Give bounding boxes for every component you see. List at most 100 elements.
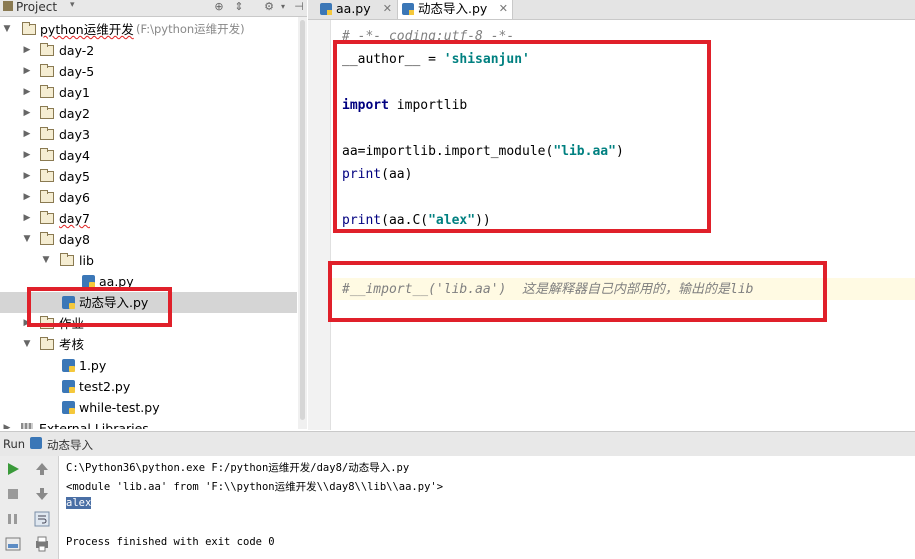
- tree-item-label: day7: [59, 211, 90, 226]
- expand-arrow-icon[interactable]: ▶: [22, 103, 32, 124]
- tree-item-label: 1.py: [79, 358, 107, 373]
- tree-item-day3[interactable]: ▶ day3: [0, 124, 297, 145]
- tree-item-day8[interactable]: ▼ day8: [0, 229, 297, 250]
- tab-aa-py[interactable]: aa.py ✕: [316, 0, 396, 19]
- layout-icon[interactable]: [5, 536, 21, 552]
- folder-icon: [40, 190, 54, 203]
- expand-arrow-icon[interactable]: ▼: [22, 334, 32, 355]
- tree-item-label: 考核: [59, 337, 85, 352]
- folder-icon: [40, 85, 54, 98]
- tab-label: aa.py: [336, 1, 371, 16]
- tree-item-day2[interactable]: ▶ day2: [0, 103, 297, 124]
- close-icon[interactable]: ✕: [383, 0, 392, 18]
- project-icon: [3, 1, 13, 11]
- tree-item-path: (F:\python运维开发): [136, 22, 245, 36]
- folder-icon: [40, 106, 54, 119]
- tree-item-day5[interactable]: ▶ day5: [0, 166, 297, 187]
- folder-icon: [22, 22, 36, 35]
- tree-item-day1[interactable]: ▶ day1: [0, 82, 297, 103]
- run-toolbar: [0, 456, 59, 559]
- python-file-icon: [402, 3, 414, 15]
- tree-item-label: test2.py: [79, 379, 131, 394]
- expand-arrow-icon[interactable]: ▶: [22, 145, 32, 166]
- arrow-up-icon[interactable]: [34, 461, 50, 477]
- folder-icon: [40, 232, 54, 245]
- chevron-down-icon[interactable]: ▾: [70, 0, 75, 10]
- tree-item-day7[interactable]: ▶ day7: [0, 208, 297, 229]
- expand-arrow-icon[interactable]: ▶: [22, 124, 32, 145]
- tree-item-root[interactable]: ▼ python运维开发 (F:\python运维开发): [0, 19, 297, 40]
- project-scrollbar-thumb[interactable]: [300, 20, 305, 420]
- expand-arrow-icon[interactable]: ▼: [22, 229, 32, 250]
- tree-item-day-5[interactable]: ▶ day-5: [0, 61, 297, 82]
- folder-icon: [40, 148, 54, 161]
- tree-item-lib[interactable]: ▼ lib: [0, 250, 297, 271]
- expand-arrow-icon[interactable]: ▶: [22, 82, 32, 103]
- console-line-exit: Process finished with exit code 0: [66, 536, 275, 548]
- folder-icon: [40, 337, 54, 350]
- project-panel-title[interactable]: Project: [16, 0, 57, 14]
- python-file-icon: [62, 359, 75, 372]
- tree-item-1-py[interactable]: 1.py: [0, 355, 297, 376]
- annotation-box-code: [333, 40, 711, 233]
- expand-arrow-icon[interactable]: ▼: [41, 250, 51, 271]
- tree-item-exam[interactable]: ▼ 考核: [0, 334, 297, 355]
- gear-icon[interactable]: ⚙: [262, 0, 276, 14]
- folder-icon: [40, 43, 54, 56]
- expand-arrow-icon[interactable]: ▶: [22, 40, 32, 61]
- tab-dynamic-import-py[interactable]: 动态导入.py ✕: [397, 0, 513, 19]
- tree-item-label: day6: [59, 190, 90, 205]
- collapse-all-icon[interactable]: ⇕: [232, 0, 246, 14]
- tree-item-label: day-5: [59, 64, 95, 79]
- tree-item-label: python运维开发: [40, 22, 134, 37]
- pause-icon[interactable]: [5, 511, 21, 527]
- tree-item-label: day5: [59, 169, 90, 184]
- tree-item-test2-py[interactable]: test2.py: [0, 376, 297, 397]
- python-file-icon: [320, 3, 332, 15]
- tree-item-label: External Libraries: [39, 421, 149, 429]
- folder-icon: [40, 211, 54, 224]
- tree-item-label: day1: [59, 85, 90, 100]
- expand-arrow-icon[interactable]: ▶: [22, 187, 32, 208]
- tree-item-label: day8: [59, 232, 90, 247]
- run-icon[interactable]: [5, 461, 21, 477]
- expand-arrow-icon[interactable]: ▶: [22, 61, 32, 82]
- editor-gutter: [308, 20, 331, 430]
- tree-item-while-test-py[interactable]: while-test.py: [0, 397, 297, 418]
- tree-item-label: day4: [59, 148, 90, 163]
- python-file-icon: [62, 401, 75, 414]
- folder-icon: [40, 64, 54, 77]
- print-icon[interactable]: [34, 536, 50, 552]
- tree-item-day-2[interactable]: ▶ day-2: [0, 40, 297, 61]
- tree-item-label: day3: [59, 127, 90, 142]
- hide-panel-icon[interactable]: ⊣: [292, 0, 306, 14]
- arrow-down-icon[interactable]: [34, 486, 50, 502]
- tree-item-external-libraries[interactable]: ▶ External Libraries: [0, 418, 297, 429]
- project-panel-header: Project ▾ ⊕ ⇕ ⚙ ▾ ⊣: [0, 0, 307, 17]
- expand-arrow-icon[interactable]: ▶: [22, 208, 32, 229]
- expand-arrow-icon[interactable]: ▶: [2, 418, 12, 429]
- expand-arrow-icon[interactable]: ▼: [2, 19, 12, 40]
- tree-item-label: while-test.py: [79, 400, 160, 415]
- annotation-box-comment: [328, 261, 827, 322]
- run-config-name[interactable]: 动态导入: [47, 437, 93, 453]
- tree-item-label: day2: [59, 106, 90, 121]
- soft-wrap-icon[interactable]: [34, 511, 50, 527]
- project-tree: ▼ python运维开发 (F:\python运维开发) ▶ day-2 ▶ d…: [0, 17, 297, 429]
- folder-icon: [40, 169, 54, 182]
- run-panel-title[interactable]: Run: [3, 437, 25, 451]
- tree-item-day4[interactable]: ▶ day4: [0, 145, 297, 166]
- folder-icon: [60, 253, 74, 266]
- console-line-module: <module 'lib.aa' from 'F:\\python运维开发\\d…: [66, 481, 444, 493]
- expand-arrow-icon[interactable]: ▶: [22, 166, 32, 187]
- tree-item-day6[interactable]: ▶ day6: [0, 187, 297, 208]
- annotation-box-file: [27, 287, 172, 327]
- tree-item-label: day-2: [59, 43, 95, 58]
- locate-icon[interactable]: ⊕: [212, 0, 226, 14]
- gear-menu-chevron-icon[interactable]: ▾: [276, 0, 290, 14]
- tab-label: 动态导入.py: [418, 1, 488, 16]
- stop-icon[interactable]: [5, 486, 21, 502]
- folder-icon: [40, 127, 54, 140]
- run-panel-header: Run 动态导入: [0, 431, 915, 457]
- close-icon[interactable]: ✕: [499, 0, 508, 18]
